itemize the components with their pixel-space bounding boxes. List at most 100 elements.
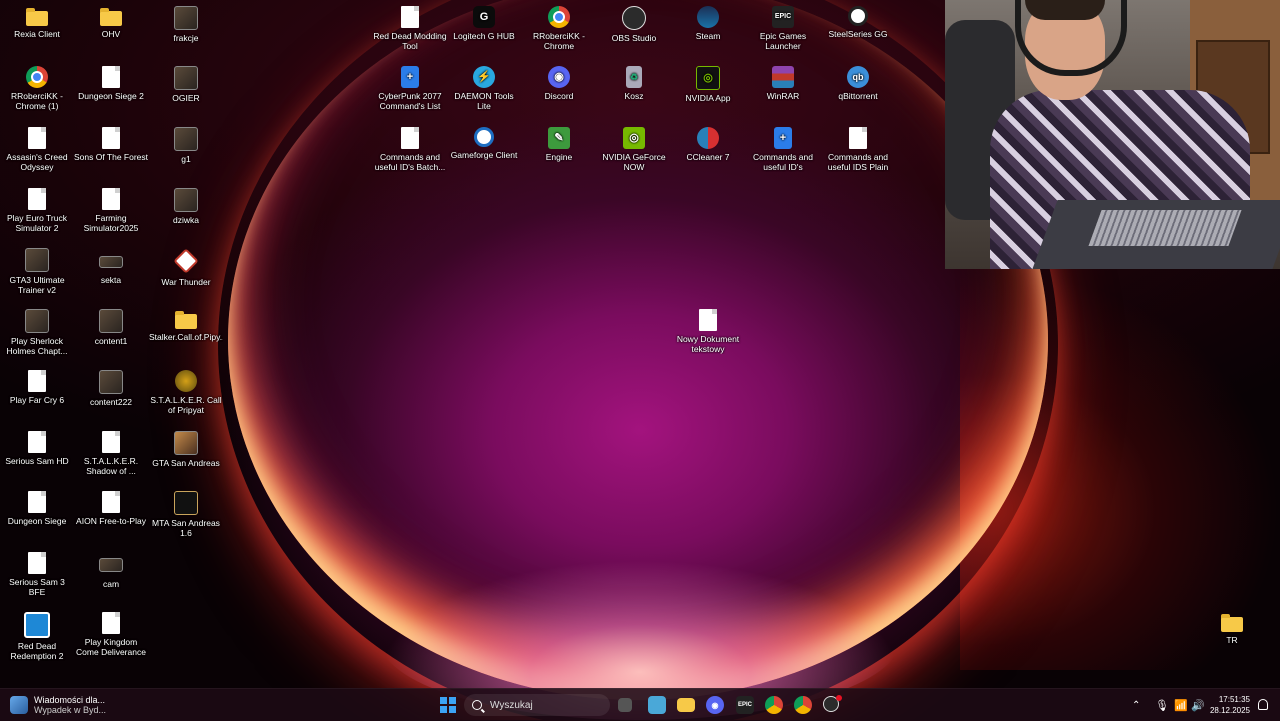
document-shortcut-icon xyxy=(28,431,46,453)
epic-games-icon: EPIC xyxy=(772,6,794,28)
file-explorer-icon[interactable] xyxy=(677,698,695,712)
desktop-icon-cyberpunk-commands[interactable]: + CyberPunk 2077 Command's List xyxy=(373,66,447,111)
desktop-icon-war-thunder[interactable]: War Thunder xyxy=(149,248,223,287)
desktop-icon-g1[interactable]: g1 xyxy=(149,127,223,164)
desktop-icon-serious-sam-hd[interactable]: Serious Sam HD xyxy=(0,431,74,466)
gameforge-icon xyxy=(474,127,494,147)
photos-icon[interactable] xyxy=(648,696,666,714)
document-shortcut-icon xyxy=(102,127,120,149)
desktop-icon-content1[interactable]: content1 xyxy=(74,309,148,346)
desktop-icon-commands-useful[interactable]: + Commands and useful ID's xyxy=(746,127,820,172)
desktop-icon-sons-of-the-forest[interactable]: Sons Of The Forest xyxy=(74,127,148,162)
desktop-icon-ccleaner[interactable]: CCleaner 7 xyxy=(671,127,745,162)
desktop-icon-daemon-tools[interactable]: ⚡ DAEMON Tools Lite xyxy=(447,66,521,111)
desktop-icon-sherlock-holmes[interactable]: Play Sherlock Holmes Chapt... xyxy=(0,309,74,356)
desktop-icon-dungeon-siege-2[interactable]: Dungeon Siege 2 xyxy=(74,66,148,101)
desktop-icon-qbittorrent[interactable]: qb qBittorrent xyxy=(821,66,895,101)
microphone-icon[interactable]: 🎙 xyxy=(1155,689,1169,721)
image-thumbnail-icon xyxy=(174,6,198,30)
stalker-icon xyxy=(175,370,197,392)
taskbar-clock[interactable]: 17:51:35 28.12.2025 xyxy=(1210,694,1250,716)
recording-indicator xyxy=(836,695,842,701)
desktop-icon-red-dead-2[interactable]: Red Dead Redemption 2 xyxy=(0,612,74,661)
desktop-icon-kingdom-come[interactable]: Play Kingdom Come Deliverance II xyxy=(74,612,148,657)
ccleaner-icon xyxy=(697,127,719,149)
desktop-icon-mta-san-andreas[interactable]: MTA San Andreas 1.6 xyxy=(149,491,223,538)
desktop-icon-aion[interactable]: AION Free-to-Play xyxy=(74,491,148,526)
notification-bell-icon[interactable] xyxy=(1258,699,1268,710)
word-document-icon: + xyxy=(774,127,792,149)
image-thumbnail-icon xyxy=(25,248,49,272)
desktop-icon-serious-sam-3[interactable]: Serious Sam 3 BFE xyxy=(0,552,74,597)
desktop-icon-cam[interactable]: cam xyxy=(74,552,148,589)
desktop-icon-dungeon-siege[interactable]: Dungeon Siege xyxy=(0,491,74,526)
discord-taskbar-icon[interactable]: ◉ xyxy=(706,696,724,714)
desktop-icon-frakcje[interactable]: frakcje xyxy=(149,6,223,43)
desktop-icon-dziwka[interactable]: dziwka xyxy=(149,188,223,225)
desktop-icon-stalker-shadow[interactable]: S.T.A.L.K.E.R. Shadow of ... xyxy=(74,431,148,476)
desktop-icon-gta3-trainer[interactable]: GTA3 Ultimate Trainer v2 xyxy=(0,248,74,295)
desktop-icon-gameforge[interactable]: Gameforge Client xyxy=(447,127,521,160)
desktop-icon-epic-games[interactable]: EPIC Epic Games Launcher xyxy=(746,6,820,51)
desktop-icon-steelseries[interactable]: SteelSeries GG xyxy=(821,6,895,39)
image-thumbnail-icon xyxy=(174,66,198,90)
desktop-icon-ohv[interactable]: OHV xyxy=(74,6,148,39)
desktop-icon-commands-plain[interactable]: Commands and useful IDS Plain Text xyxy=(821,127,895,172)
desktop-icon-logitech-ghub[interactable]: G Logitech G HUB xyxy=(447,6,521,41)
engine-icon: ✎ xyxy=(548,127,570,149)
document-shortcut-icon xyxy=(102,612,120,634)
volume-icon[interactable]: 🔊 xyxy=(1191,689,1205,721)
desktop-icon-assassins-creed[interactable]: Assasin's Creed Odyssey xyxy=(0,127,74,172)
desktop-icon-stalker-folder[interactable]: Stalker.Call.of.Pipy... xyxy=(149,309,223,342)
desktop-icon-obs-studio[interactable]: OBS Studio xyxy=(597,6,671,43)
desktop-icon-gta-san-andreas[interactable]: GTA San Andreas xyxy=(149,431,223,468)
taskbar-search[interactable]: Wyszukaj xyxy=(464,694,610,716)
desktop-icon-geforce-now[interactable]: ◎ NVIDIA GeForce NOW xyxy=(597,127,671,172)
desktop-icon-nvidia-app[interactable]: ◎ NVIDIA App xyxy=(671,66,745,103)
folder-icon xyxy=(1221,614,1243,632)
qbittorrent-icon: qb xyxy=(847,66,869,88)
news-title: Wiadomości dla... xyxy=(34,695,106,705)
desktop-icon-farming-simulator[interactable]: Farming Simulator2025 xyxy=(74,188,148,233)
nvidia-icon: ◎ xyxy=(696,66,720,90)
desktop-icon-discord[interactable]: ◉ Discord xyxy=(522,66,596,101)
document-shortcut-icon xyxy=(102,491,120,513)
desktop-icon-content222[interactable]: content222 xyxy=(74,370,148,407)
desktop-icon-red-dead-modding[interactable]: Red Dead Modding Tool xyxy=(373,6,447,51)
start-button[interactable] xyxy=(440,697,456,713)
desktop-icon-stalker-pripyat[interactable]: S.T.A.L.K.E.R. Call of Pripyat xyxy=(149,370,223,415)
daemon-tools-icon: ⚡ xyxy=(473,66,495,88)
folder-icon xyxy=(175,311,197,329)
taskbar: Wiadomości dla... Wypadek w Byd... Wyszu… xyxy=(0,688,1280,721)
chrome-icon xyxy=(26,66,48,88)
desktop-icon-new-text-document[interactable]: Nowy Dokument tekstowy xyxy=(671,309,745,354)
tray-overflow-icon[interactable]: ⌃ xyxy=(1132,689,1140,721)
chrome-profile-taskbar-icon[interactable] xyxy=(794,696,812,714)
image-thumbnail-icon xyxy=(99,309,123,333)
news-widget[interactable]: Wiadomości dla... Wypadek w Byd... xyxy=(10,694,106,716)
desktop-icon-ogier[interactable]: OGIER xyxy=(149,66,223,103)
desktop-icon-recycle-bin[interactable]: ♻ Kosz xyxy=(597,66,671,101)
desktop-icon-chrome-1[interactable]: RRoberciKK - Chrome (1) xyxy=(0,66,74,111)
desktop-icon-sekta[interactable]: sekta xyxy=(74,248,148,285)
chrome-taskbar-icon[interactable] xyxy=(765,696,783,714)
desktop-icon-far-cry-6[interactable]: Play Far Cry 6 xyxy=(0,370,74,405)
winrar-icon xyxy=(772,66,794,88)
document-icon xyxy=(849,127,867,149)
word-document-icon: + xyxy=(401,66,419,88)
image-thumbnail-icon xyxy=(174,431,198,455)
desktop-icon-euro-truck[interactable]: Play Euro Truck Simulator 2 xyxy=(0,188,74,233)
desktop-icon-rexia-client[interactable]: Rexia Client xyxy=(0,6,74,39)
desktop-icon-tr-folder[interactable]: TR xyxy=(1195,612,1269,645)
desktop-icon-winrar[interactable]: WinRAR xyxy=(746,66,820,101)
desktop-icon-steam[interactable]: Steam xyxy=(671,6,745,41)
document-shortcut-icon xyxy=(28,491,46,513)
desktop-icon-chrome[interactable]: RRoberciKK - Chrome xyxy=(522,6,596,51)
document-shortcut-icon xyxy=(28,127,46,149)
epic-games-taskbar-icon[interactable]: EPIC xyxy=(736,696,754,714)
task-view-button[interactable] xyxy=(618,698,632,712)
desktop-icon-commands-batch[interactable]: Commands and useful ID's Batch... xyxy=(373,127,447,172)
text-document-icon xyxy=(699,309,717,331)
wifi-icon[interactable]: 📶 xyxy=(1174,689,1188,721)
desktop-icon-engine[interactable]: ✎ Engine xyxy=(522,127,596,162)
